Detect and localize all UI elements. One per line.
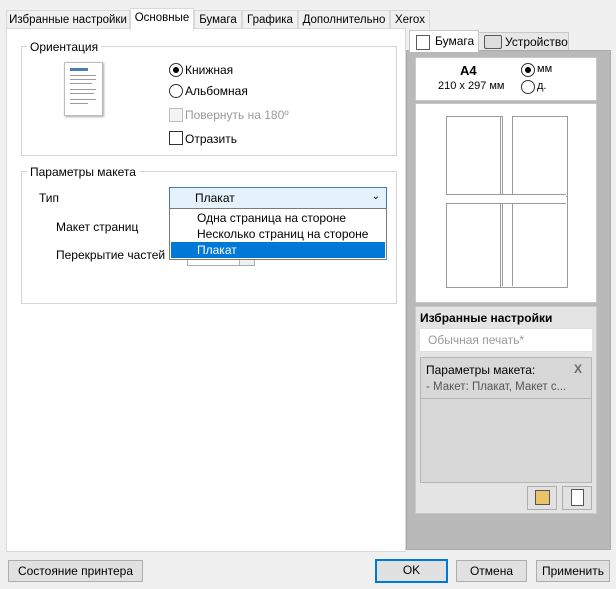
tab-advanced[interactable]: Дополнительно bbox=[298, 10, 390, 29]
type-dropdown[interactable]: Плакат ⌄ bbox=[169, 187, 387, 209]
tab-device-label: Устройство bbox=[505, 35, 568, 49]
tab-xerox[interactable]: Xerox bbox=[390, 10, 430, 29]
unit-inch-label: д. bbox=[537, 80, 547, 92]
tab-paper-preview-label: Бумага bbox=[435, 34, 475, 48]
portrait-label: Книжная bbox=[185, 63, 234, 77]
tab-paper[interactable]: Бумага bbox=[194, 10, 242, 29]
rotate-label: Повернуть на 180º bbox=[185, 108, 289, 122]
overlap-label: Перекрытие частей bbox=[56, 248, 166, 262]
layout-title: Параметры макета bbox=[27, 165, 139, 179]
new-favorite-button[interactable] bbox=[562, 486, 592, 510]
option-one-per-side[interactable]: Одна страница на стороне bbox=[171, 210, 385, 226]
type-dropdown-list: Одна страница на стороне Несколько стран… bbox=[169, 208, 387, 260]
mirror-label: Отразить bbox=[185, 132, 237, 146]
favorites-box: Избранные настройки Обычная печать* Пара… bbox=[415, 306, 597, 514]
favorites-select[interactable]: Обычная печать* bbox=[419, 328, 593, 352]
favorites-details: Параметры макета: X - Макет: Плакат, Мак… bbox=[420, 357, 592, 483]
unit-inch-radio[interactable] bbox=[521, 80, 535, 94]
ok-button[interactable]: OK bbox=[375, 559, 448, 583]
paper-dims: 210 x 297 мм bbox=[438, 80, 505, 92]
orientation-title: Ориентация bbox=[27, 40, 102, 54]
printer-status-button[interactable]: Состояние принтера bbox=[8, 560, 143, 582]
landscape-label: Альбомная bbox=[185, 84, 248, 98]
tab-basic[interactable]: Основные bbox=[130, 8, 194, 30]
unit-mm-label: мм bbox=[537, 63, 553, 75]
cancel-button[interactable]: Отмена bbox=[456, 560, 527, 582]
rotate-checkbox[interactable] bbox=[169, 108, 183, 122]
type-label: Тип bbox=[39, 191, 60, 205]
type-value: Плакат bbox=[195, 191, 235, 205]
printer-icon bbox=[484, 35, 502, 49]
option-multiple-per-side[interactable]: Несколько страниц на стороне bbox=[171, 226, 385, 242]
poster-preview bbox=[415, 103, 597, 303]
tab-device[interactable]: Устройство bbox=[478, 32, 569, 51]
details-title: Параметры макета: bbox=[426, 363, 536, 377]
apply-button[interactable]: Применить bbox=[536, 560, 610, 582]
portrait-radio[interactable] bbox=[169, 63, 183, 77]
option-poster[interactable]: Плакат bbox=[171, 242, 385, 258]
tab-favorites[interactable]: Избранные настройки bbox=[6, 10, 130, 29]
unit-mm-radio[interactable] bbox=[521, 63, 535, 77]
landscape-radio[interactable] bbox=[169, 84, 183, 98]
favorites-title: Избранные настройки bbox=[420, 311, 553, 325]
save-favorite-button[interactable] bbox=[527, 486, 557, 510]
pages-layout-label: Макет страниц bbox=[56, 220, 139, 234]
page-thumbnail-icon bbox=[64, 62, 103, 116]
tab-graphics[interactable]: Графика bbox=[242, 10, 298, 29]
close-icon[interactable]: X bbox=[574, 362, 582, 376]
paper-size: A4 bbox=[460, 63, 477, 78]
favorites-placeholder: Обычная печать* bbox=[428, 333, 525, 347]
new-page-icon bbox=[571, 489, 584, 506]
details-value: - Макет: Плакат, Макет с... bbox=[426, 381, 567, 393]
paper-size-box: A4 210 x 297 мм мм д. bbox=[415, 57, 597, 101]
paper-icon bbox=[416, 35, 430, 50]
tab-paper-preview[interactable]: Бумага bbox=[409, 30, 479, 52]
chevron-down-icon: ⌄ bbox=[371, 191, 380, 202]
mirror-checkbox[interactable] bbox=[169, 131, 183, 145]
save-icon bbox=[535, 490, 550, 505]
